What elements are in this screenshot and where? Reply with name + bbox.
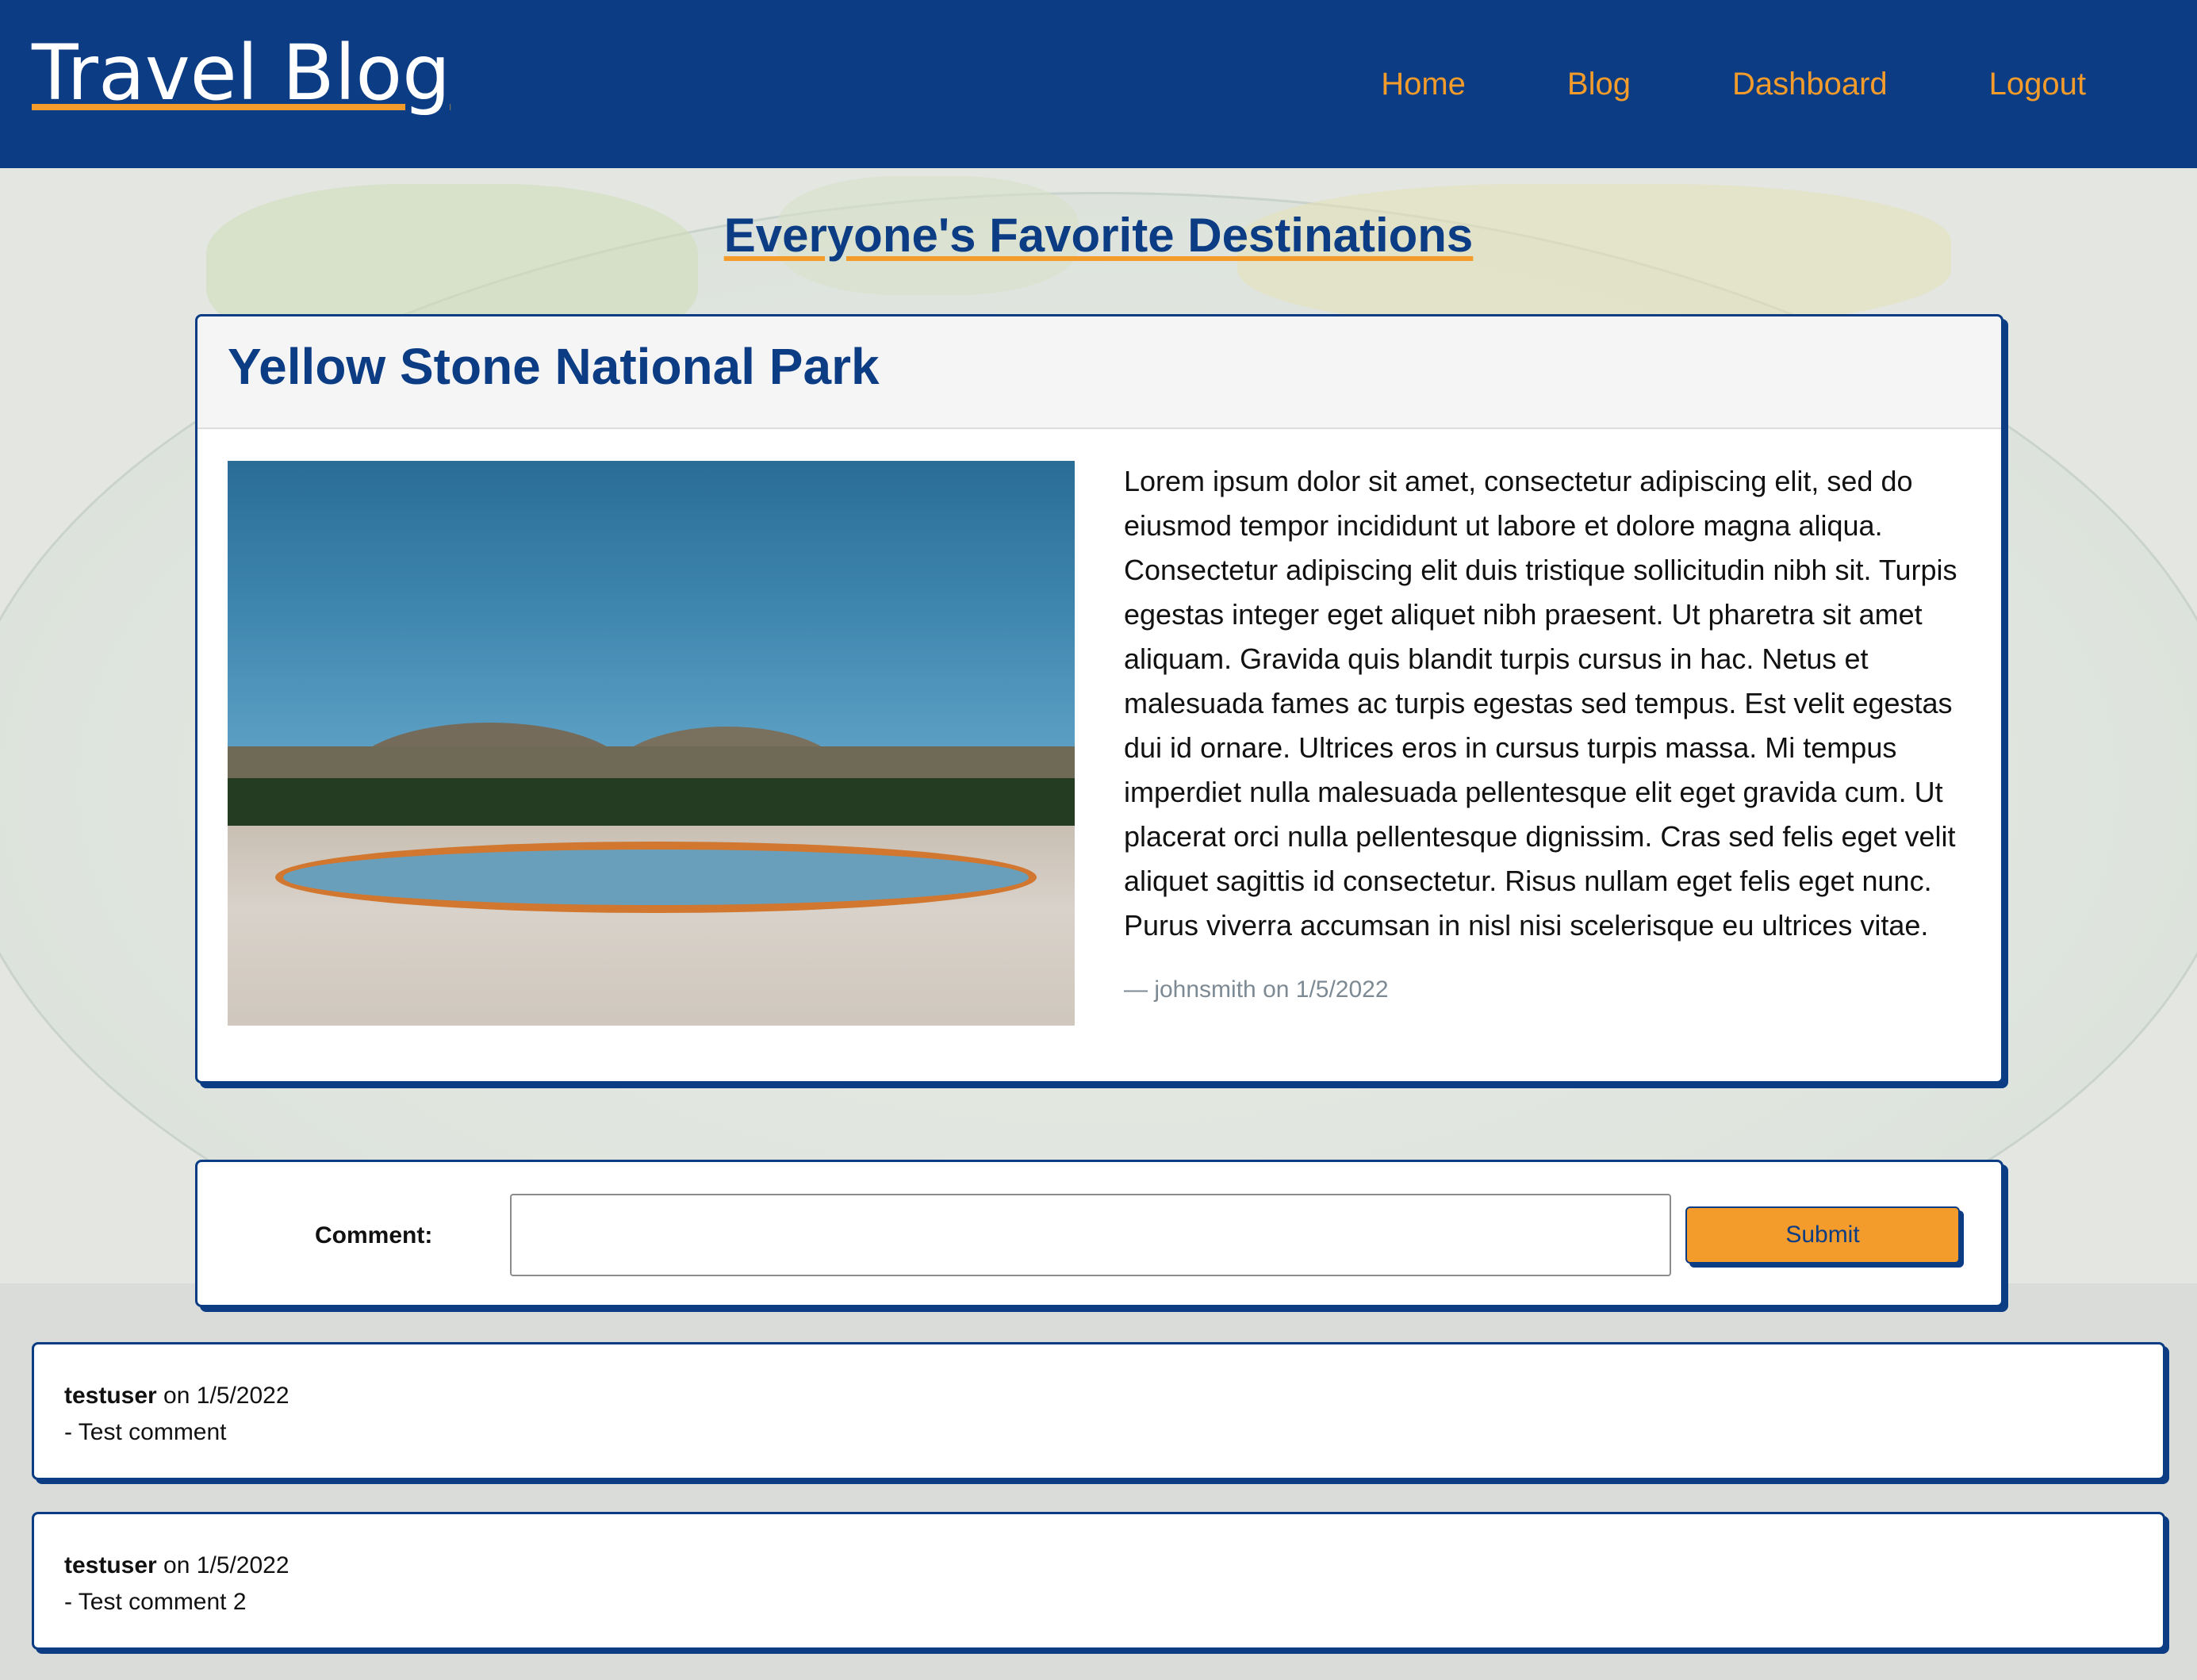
comment-form: Comment: Submit [195, 1160, 2003, 1307]
comment-author: testuser [64, 1383, 157, 1409]
comment-text: - Test comment 2 [64, 1589, 247, 1615]
comment-meta: testuser on 1/5/2022 [64, 1548, 2133, 1584]
post-header: Yellow Stone National Park [197, 316, 2001, 429]
page-title: Everyone's Favorite Destinations [0, 208, 2197, 263]
nav-logout-link[interactable]: Logout [1989, 67, 2086, 102]
comment-label: Comment: [315, 1222, 433, 1248]
comment-date: on 1/5/2022 [156, 1383, 289, 1409]
comment-input[interactable] [510, 1194, 1671, 1276]
nav-home-link[interactable]: Home [1381, 67, 1466, 102]
post-meta: — johnsmith on 1/5/2022 [1124, 976, 1389, 1003]
nav-blog-link[interactable]: Blog [1567, 67, 1631, 102]
nav-dashboard-link[interactable]: Dashboard [1732, 67, 1888, 102]
post-image [228, 461, 1075, 1026]
image-hot-spring [275, 842, 1037, 913]
comment-author: testuser [64, 1552, 157, 1578]
post-body: Lorem ipsum dolor sit amet, consectetur … [1124, 465, 1957, 942]
site-brand-link[interactable]: Travel Blog [32, 31, 451, 116]
post-title: Yellow Stone National Park [228, 338, 880, 395]
submit-button[interactable]: Submit [1685, 1206, 1960, 1264]
post-card: Yellow Stone National Park Lorem ipsum d… [195, 314, 2003, 1084]
comment-item: testuser on 1/5/2022 - Test comment [32, 1342, 2165, 1480]
comment-text: - Test comment [64, 1419, 227, 1445]
comment-date: on 1/5/2022 [156, 1552, 289, 1578]
comment-meta: testuser on 1/5/2022 [64, 1378, 2133, 1414]
main-nav: Home Blog Dashboard Logout [1279, 67, 2086, 102]
comment-item: testuser on 1/5/2022 - Test comment 2 [32, 1512, 2165, 1650]
page-title-text: Everyone's Favorite Destinations [723, 209, 1474, 262]
site-header: Travel Blog Home Blog Dashboard Logout [0, 0, 2197, 168]
